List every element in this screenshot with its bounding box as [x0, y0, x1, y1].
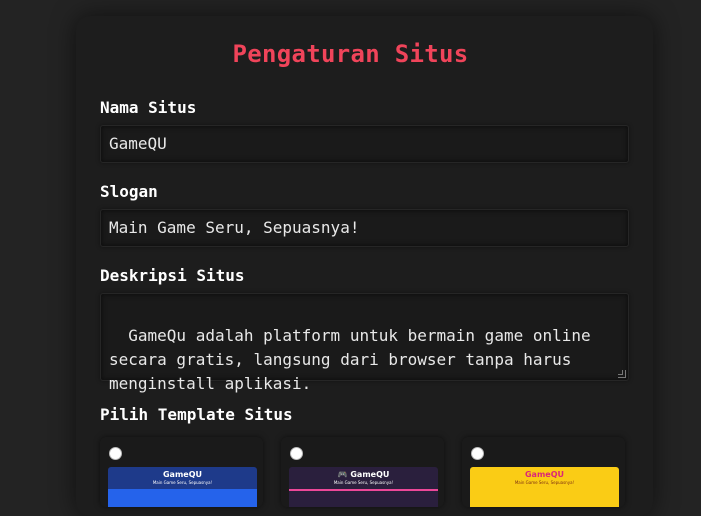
template-1-preview: GameQU Main Game Seru, Sepuasnya!	[108, 467, 257, 507]
resize-handle-icon[interactable]	[618, 370, 626, 378]
template-3-radio[interactable]	[471, 447, 484, 460]
template-3-preview-title: GameQU	[524, 470, 565, 479]
description-label: Deskripsi Situs	[100, 266, 245, 285]
template-option-3[interactable]: GameQU Main Game Seru, Sepuasnya!	[462, 437, 625, 507]
template-1-radio[interactable]	[109, 447, 122, 460]
template-2-preview-subtitle: Main Game Seru, Sepuasnya!	[333, 480, 394, 485]
site-name-input[interactable]: GameQU	[100, 125, 629, 163]
template-section-label: Pilih Template Situs	[100, 405, 293, 424]
slogan-label: Slogan	[100, 182, 158, 201]
site-name-label: Nama Situs	[100, 98, 197, 117]
template-1-preview-title: GameQU	[162, 470, 203, 479]
template-2-radio[interactable]	[290, 447, 303, 460]
template-option-1[interactable]: GameQU Main Game Seru, Sepuasnya!	[100, 437, 263, 507]
template-option-2[interactable]: 🎮 GameQU Main Game Seru, Sepuasnya!	[281, 437, 444, 507]
description-textarea[interactable]: GameQu adalah platform untuk bermain gam…	[100, 293, 629, 393]
template-2-preview-title: 🎮 GameQU	[337, 470, 390, 479]
page-title: Pengaturan Situs	[232, 40, 469, 68]
template-3-preview: GameQU Main Game Seru, Sepuasnya!	[470, 467, 619, 507]
template-3-preview-subtitle: Main Game Seru, Sepuasnya!	[514, 480, 575, 485]
template-1-preview-subtitle: Main Game Seru, Sepuasnya!	[152, 480, 213, 485]
template-2-preview: 🎮 GameQU Main Game Seru, Sepuasnya!	[289, 467, 438, 507]
slogan-input[interactable]: Main Game Seru, Sepuasnya!	[100, 209, 629, 247]
